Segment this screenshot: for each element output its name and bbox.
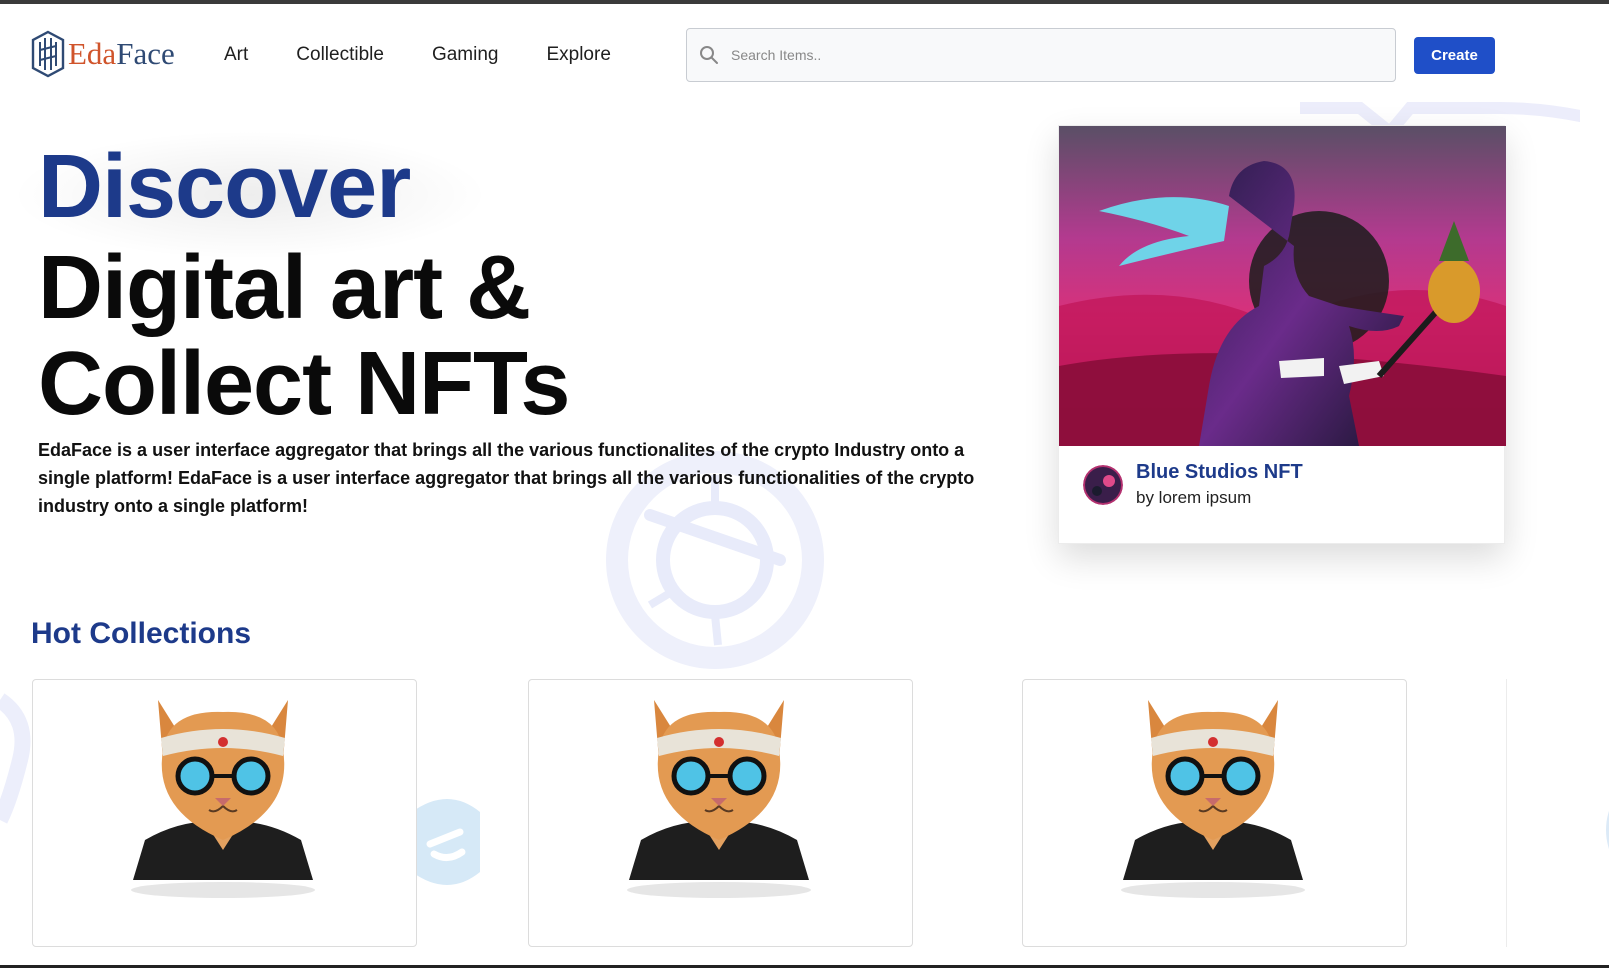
nav-item-collectible[interactable]: Collectible <box>296 44 384 66</box>
window-top-border <box>0 0 1609 4</box>
nav-item-explore[interactable]: Explore <box>546 44 610 66</box>
collection-card[interactable] <box>1022 679 1407 947</box>
nav-item-art[interactable]: Art <box>224 44 248 66</box>
edaface-logo[interactable]: EdaFace <box>30 30 175 78</box>
search-input[interactable] <box>731 47 1371 63</box>
right-edge-decoration-icon <box>1606 810 1609 850</box>
cat-nft-image <box>131 700 315 898</box>
hero-description: EdaFace is a user interface aggregator t… <box>38 440 975 516</box>
collection-card[interactable] <box>528 679 913 947</box>
edaface-logo-icon <box>31 30 65 78</box>
cat-nft-image <box>627 700 811 898</box>
featured-nft-image <box>1059 126 1506 446</box>
e-watermark-icon <box>412 799 480 885</box>
left-edge-decoration-icon <box>0 693 31 824</box>
logo-wordmark: EdaFace <box>68 36 175 72</box>
collection-card[interactable] <box>32 679 417 947</box>
main-nav: Art Collectible Gaming Explore <box>224 44 659 66</box>
hot-collections-title: Hot Collections <box>31 617 252 650</box>
hero-title: Digital art & Collect NFTs <box>38 240 758 432</box>
search-icon <box>700 46 718 64</box>
carousel-edge <box>1506 679 1507 947</box>
nav-item-gaming[interactable]: Gaming <box>432 44 499 66</box>
search-bar[interactable] <box>686 28 1396 82</box>
featured-nft-card[interactable]: Blue Studios NFT by lorem ipsum <box>1058 125 1506 544</box>
logo-suffix: Face <box>116 36 175 71</box>
hero-title-line-2: Collect NFTs <box>38 334 570 434</box>
hero-title-accent: Discover <box>38 137 411 237</box>
cat-nft-image <box>1121 700 1305 898</box>
creator-avatar[interactable] <box>1083 465 1123 505</box>
featured-nft-title[interactable]: Blue Studios NFT <box>1136 461 1303 484</box>
featured-nft-creator: by lorem ipsum <box>1136 488 1252 507</box>
logo-prefix: Eda <box>68 36 117 71</box>
create-button[interactable]: Create <box>1414 37 1495 74</box>
hero-title-line-1: Digital art & <box>38 238 531 338</box>
